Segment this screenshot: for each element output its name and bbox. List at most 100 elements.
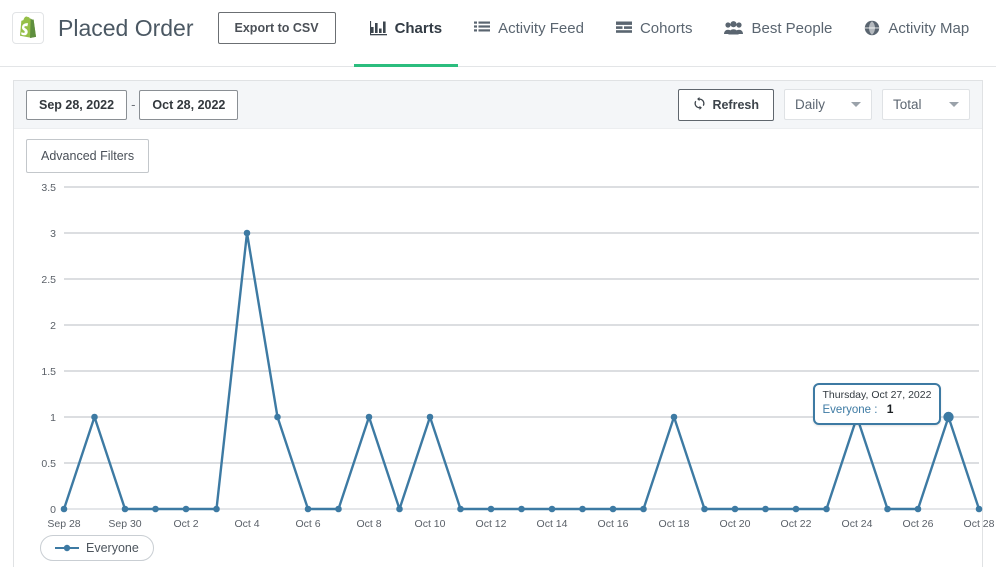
date-from-button[interactable]: Sep 28, 2022: [26, 90, 127, 120]
data-point[interactable]: [213, 506, 220, 513]
date-to-button[interactable]: Oct 28, 2022: [139, 90, 238, 120]
main-nav: Charts Activity Feed Cohorts: [354, 0, 986, 56]
data-point[interactable]: [427, 414, 434, 421]
data-point[interactable]: [579, 506, 586, 513]
y-axis-tick-label: 3: [50, 228, 56, 240]
tooltip-series-label: Everyone :: [823, 404, 878, 416]
tab-activity-feed[interactable]: Activity Feed: [458, 0, 600, 56]
data-point[interactable]: [244, 230, 251, 237]
x-axis-tick-label: Oct 24: [842, 518, 873, 530]
data-point[interactable]: [488, 506, 495, 513]
date-range-separator: -: [131, 97, 135, 112]
page-title: Placed Order: [58, 15, 194, 42]
chevron-down-icon: [851, 102, 861, 107]
x-axis-tick-label: Oct 26: [903, 518, 934, 530]
metric-select[interactable]: Total: [882, 89, 970, 120]
data-point[interactable]: [91, 414, 98, 421]
x-axis-tick-label: Oct 2: [173, 518, 198, 530]
interval-value: Daily: [795, 97, 825, 112]
data-point[interactable]: [793, 506, 800, 513]
x-axis-tick-label: Oct 16: [598, 518, 629, 530]
tab-label: Activity Feed: [498, 20, 584, 37]
y-axis-tick-label: 2.5: [41, 274, 56, 286]
list-icon: [474, 21, 490, 35]
tooltip-date: Thursday, Oct 27, 2022: [823, 389, 932, 402]
chart-area: 0 0.5 1 1.5 2 2.5 3 3.5 Sep 28 Sep 30 Oct 2 Oct 4 Oc…: [14, 179, 982, 544]
line-chart[interactable]: 0 0.5 1 1.5 2 2.5 3 3.5 Sep 28 Sep 30 Oct 2 Oct 4 Oc…: [14, 179, 996, 544]
x-axis-tick-label: Oct 28: [964, 518, 995, 530]
data-point[interactable]: [122, 506, 129, 513]
x-axis-tick-label: Oct 20: [720, 518, 751, 530]
tab-label: Activity Map: [888, 20, 969, 37]
globe-icon: [864, 20, 880, 36]
data-point[interactable]: [366, 414, 373, 421]
data-point[interactable]: [518, 506, 525, 513]
data-point[interactable]: [610, 506, 617, 513]
interval-select[interactable]: Daily: [784, 89, 872, 120]
refresh-label: Refresh: [712, 98, 759, 112]
x-axis-tick-label: Oct 4: [234, 518, 259, 530]
people-icon: [724, 21, 743, 35]
data-point[interactable]: [671, 414, 678, 421]
bar-chart-icon: [370, 21, 387, 36]
cohorts-icon: [616, 21, 632, 35]
refresh-icon: [693, 97, 706, 113]
header-divider: [0, 66, 996, 67]
shopify-bag-icon: [17, 16, 39, 40]
data-point[interactable]: [274, 414, 281, 421]
y-axis-tick-label: 3.5: [41, 182, 56, 194]
tab-label: Charts: [395, 20, 443, 37]
x-axis-tick-label: Oct 22: [781, 518, 812, 530]
data-point[interactable]: [732, 506, 739, 513]
x-axis-tick-label: Sep 30: [108, 518, 141, 530]
x-axis-tick-label: Oct 18: [659, 518, 690, 530]
advanced-filters-button[interactable]: Advanced Filters: [26, 139, 149, 173]
data-point[interactable]: [152, 506, 159, 513]
x-axis-tick-label: Sep 28: [47, 518, 80, 530]
data-point[interactable]: [915, 506, 922, 513]
export-to-csv-button[interactable]: Export to CSV: [218, 12, 336, 44]
tab-charts[interactable]: Charts: [354, 0, 459, 56]
tab-best-people[interactable]: Best People: [708, 0, 848, 56]
tab-label: Best People: [751, 20, 832, 37]
x-axis-tick-label: Oct 8: [356, 518, 381, 530]
data-point[interactable]: [457, 506, 464, 513]
tab-label: Cohorts: [640, 20, 693, 37]
y-axis-tick-label: 0: [50, 504, 56, 516]
tooltip-value: 1: [887, 402, 894, 416]
y-axis-tick-label: 1: [50, 412, 56, 424]
chart-legend[interactable]: Everyone: [40, 535, 154, 561]
data-point[interactable]: [305, 506, 312, 513]
tab-activity-map[interactable]: Activity Map: [848, 0, 985, 56]
data-point[interactable]: [396, 506, 403, 513]
data-point[interactable]: [549, 506, 556, 513]
tooltip-series-row: Everyone : 1: [823, 402, 932, 417]
x-axis-tick-label: Oct 14: [537, 518, 568, 530]
y-axis-tick-label: 1.5: [41, 366, 56, 378]
refresh-button[interactable]: Refresh: [678, 89, 774, 121]
data-point[interactable]: [640, 506, 647, 513]
x-axis-tick-label: Oct 6: [295, 518, 320, 530]
data-point[interactable]: [884, 506, 891, 513]
chevron-down-icon: [949, 102, 959, 107]
legend-marker-icon: [55, 543, 79, 553]
filters-row: Advanced Filters: [14, 129, 982, 173]
data-point[interactable]: [976, 506, 983, 513]
shopify-logo: [12, 12, 44, 44]
data-point[interactable]: [183, 506, 190, 513]
metric-value: Total: [893, 97, 922, 112]
data-point[interactable]: [61, 506, 68, 513]
data-point[interactable]: [335, 506, 342, 513]
legend-label: Everyone: [86, 541, 139, 555]
data-point[interactable]: [701, 506, 708, 513]
x-axis-tick-label: Oct 12: [476, 518, 507, 530]
y-axis-tick-label: 0.5: [41, 458, 56, 470]
chart-tooltip: Thursday, Oct 27, 2022 Everyone : 1: [813, 383, 942, 425]
chart-card: Sep 28, 2022 - Oct 28, 2022 Refresh Dail…: [13, 80, 983, 567]
data-point[interactable]: [823, 506, 830, 513]
y-axis-tick-label: 2: [50, 320, 56, 332]
chart-toolbar: Sep 28, 2022 - Oct 28, 2022 Refresh Dail…: [14, 81, 982, 129]
data-point-highlighted[interactable]: [943, 412, 953, 422]
data-point[interactable]: [762, 506, 769, 513]
tab-cohorts[interactable]: Cohorts: [600, 0, 709, 56]
